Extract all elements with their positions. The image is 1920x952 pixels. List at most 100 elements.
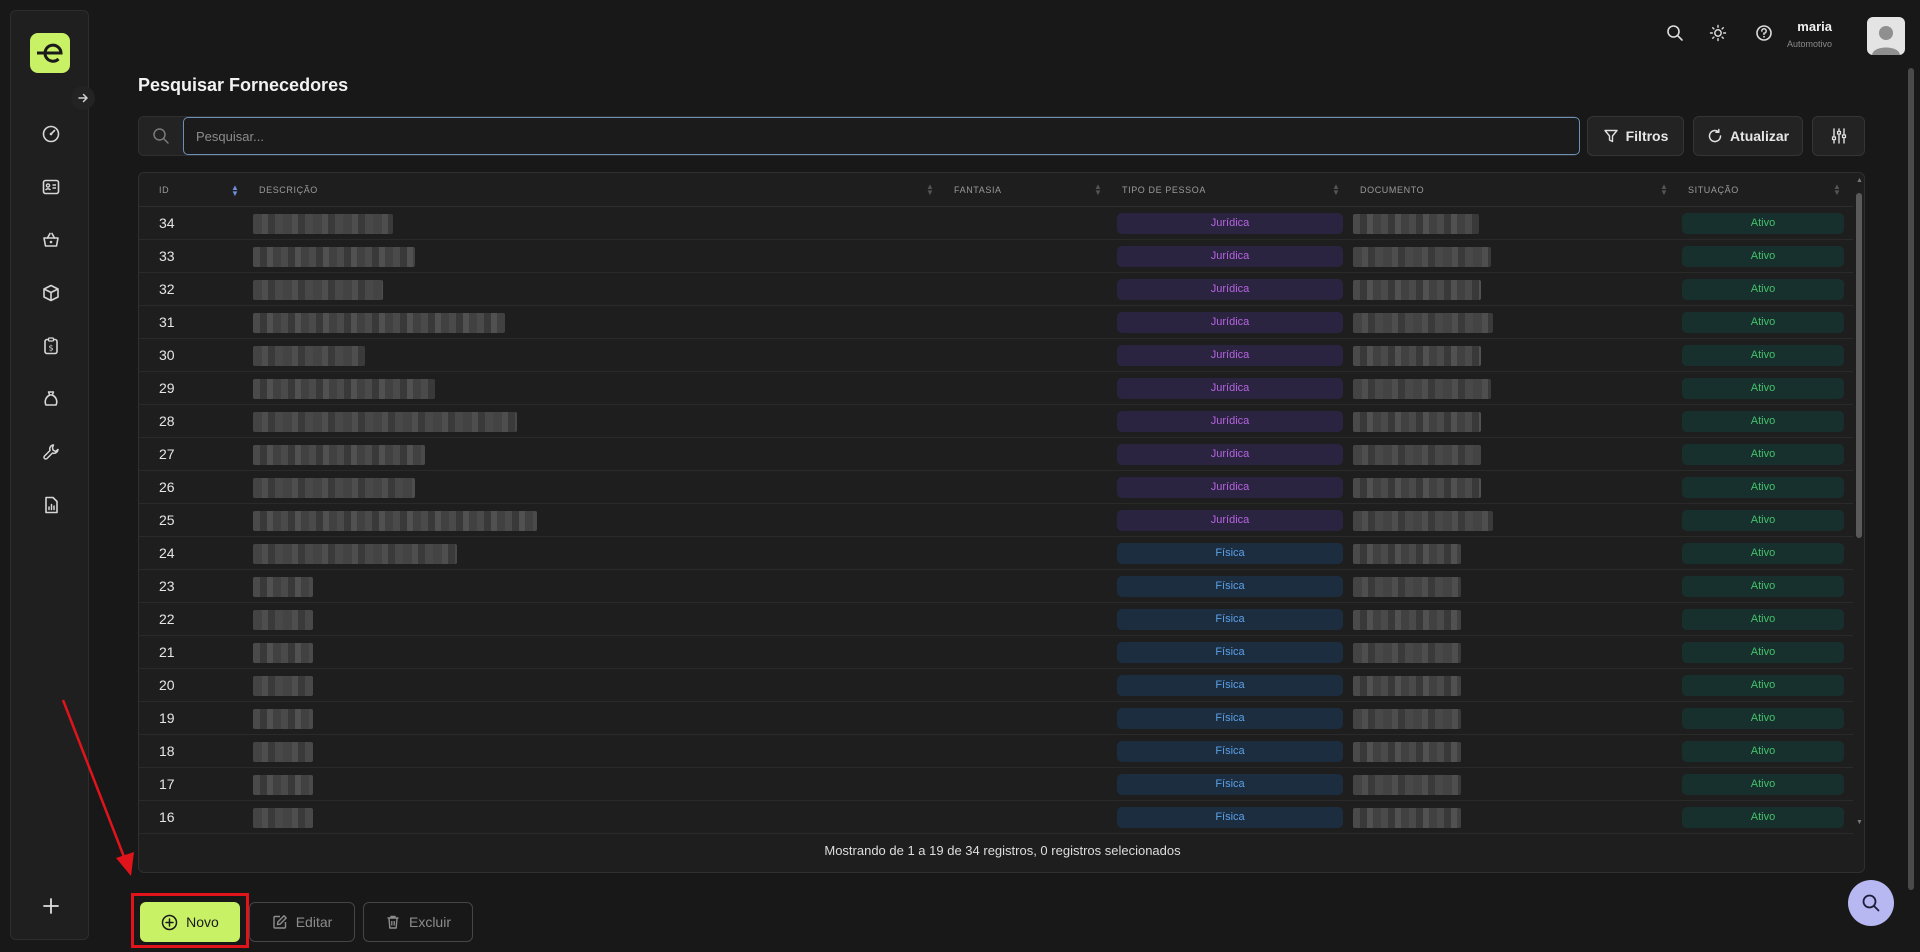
cell-descricao-redacted	[253, 676, 313, 696]
search-icon	[1667, 25, 1683, 41]
refresh-icon	[1708, 128, 1722, 143]
status-badge: Ativo	[1682, 312, 1844, 333]
avatar[interactable]	[1867, 17, 1905, 55]
table-row[interactable]: 30 Jurídica Ativo	[139, 339, 1853, 372]
floating-search-button[interactable]	[1848, 880, 1894, 926]
basket-icon	[43, 232, 59, 247]
table-row[interactable]: 25 Jurídica Ativo	[139, 504, 1853, 537]
box-icon	[43, 284, 59, 302]
column-settings-button[interactable]	[1812, 116, 1865, 156]
sliders-icon	[1831, 128, 1846, 144]
new-button[interactable]: Novo	[140, 902, 240, 942]
cell-documento-redacted	[1353, 709, 1461, 729]
cell-descricao-redacted	[253, 610, 313, 630]
scroll-up-icon[interactable]: ▲	[1856, 177, 1863, 184]
status-badge: Ativo	[1682, 345, 1844, 366]
app-root: $ maria Automotivo Pesquisar Fornecedore…	[0, 0, 1920, 952]
cell-id: 18	[159, 743, 175, 759]
scroll-down-icon[interactable]: ▼	[1856, 819, 1863, 826]
table-row[interactable]: 21 Física Ativo	[139, 636, 1853, 669]
report-icon	[45, 496, 58, 514]
new-button-label: Novo	[186, 914, 219, 930]
suppliers-table: ID ▲ ▼ DESCRIÇÃO ▲ ▼ FANTASIA ▲ ▼ TIPO DE P…	[138, 172, 1865, 873]
plus-circle-icon	[161, 914, 178, 930]
cell-documento-redacted	[1353, 544, 1461, 564]
cell-documento-redacted	[1353, 346, 1481, 366]
table-row[interactable]: 29 Jurídica Ativo	[139, 372, 1853, 405]
cell-documento-redacted	[1353, 478, 1481, 498]
table-row[interactable]: 19 Física Ativo	[139, 702, 1853, 735]
app-logo[interactable]	[30, 33, 70, 73]
header-help-button[interactable]	[1753, 22, 1775, 44]
table-row[interactable]: 32 Jurídica Ativo	[139, 273, 1853, 306]
sort-icon[interactable]: ▲ ▼	[1332, 183, 1340, 197]
sidebar-add-button[interactable]	[36, 891, 66, 921]
table-row[interactable]: 20 Física Ativo	[139, 669, 1853, 702]
column-header-descricao[interactable]: DESCRIÇÃO	[259, 173, 318, 207]
sidebar-item-caixa[interactable]	[36, 384, 66, 414]
sidebar-item-produtos[interactable]	[36, 278, 66, 308]
cell-documento-redacted	[1353, 511, 1493, 531]
edit-button[interactable]: Editar	[249, 902, 355, 942]
status-badge: Ativo	[1682, 477, 1844, 498]
table-row[interactable]: 16 Física Ativo	[139, 801, 1853, 834]
column-header-situacao[interactable]: SITUAÇÃO	[1688, 173, 1739, 207]
table-row[interactable]: 31 Jurídica Ativo	[139, 306, 1853, 339]
tipo-pessoa-badge: Física	[1117, 675, 1343, 696]
page-scrollbar[interactable]	[1908, 68, 1914, 890]
column-header-fantasia[interactable]: FANTASIA	[954, 173, 1002, 207]
table-row[interactable]: 26 Jurídica Ativo	[139, 471, 1853, 504]
edit-icon	[273, 915, 287, 929]
cell-documento-redacted	[1353, 379, 1491, 399]
cell-documento-redacted	[1353, 643, 1461, 663]
column-header-tipo-pessoa[interactable]: TIPO DE PESSOA	[1122, 173, 1206, 207]
cell-id: 20	[159, 677, 175, 693]
cell-id: 34	[159, 215, 175, 231]
sidebar-expand-button[interactable]	[71, 86, 95, 110]
column-header-documento[interactable]: DOCUMENTO	[1360, 173, 1424, 207]
sidebar-item-vendas[interactable]	[36, 225, 66, 255]
table-row[interactable]: 33 Jurídica Ativo	[139, 240, 1853, 273]
cell-id: 17	[159, 776, 175, 792]
sidebar-item-dashboard[interactable]	[36, 119, 66, 149]
status-badge: Ativo	[1682, 642, 1844, 663]
sidebar-item-financeiro[interactable]: $	[36, 331, 66, 361]
table-row[interactable]: 28 Jurídica Ativo	[139, 405, 1853, 438]
table-row[interactable]: 18 Física Ativo	[139, 735, 1853, 768]
sort-icon[interactable]: ▲ ▼	[1833, 183, 1841, 197]
cell-documento-redacted	[1353, 610, 1461, 630]
table-row[interactable]: 22 Física Ativo	[139, 603, 1853, 636]
search-input[interactable]	[183, 117, 1580, 155]
status-badge: Ativo	[1682, 510, 1844, 531]
sort-desc-icon[interactable]: ▲ ▼	[231, 184, 239, 198]
table-row[interactable]: 23 Física Ativo	[139, 570, 1853, 603]
header-search-button[interactable]	[1664, 22, 1686, 44]
header-theme-toggle[interactable]	[1707, 22, 1729, 44]
status-badge: Ativo	[1682, 213, 1844, 234]
sidebar-item-relatorios[interactable]	[36, 490, 66, 520]
cell-id: 28	[159, 413, 175, 429]
sort-icon[interactable]: ▲ ▼	[1660, 183, 1668, 197]
plus-icon	[43, 898, 59, 914]
sort-icon[interactable]: ▲ ▼	[926, 183, 934, 197]
cell-descricao-redacted	[253, 808, 313, 828]
column-header-id[interactable]: ID	[159, 173, 169, 207]
filters-button[interactable]: Filtros	[1587, 116, 1684, 156]
search-field-icon	[139, 117, 183, 155]
table-row[interactable]: 27 Jurídica Ativo	[139, 438, 1853, 471]
cell-documento-redacted	[1353, 775, 1461, 795]
sort-icon[interactable]: ▲ ▼	[1094, 183, 1102, 197]
table-scrollbar-thumb[interactable]	[1856, 193, 1862, 538]
status-badge: Ativo	[1682, 444, 1844, 465]
table-row[interactable]: 24 Física Ativo	[139, 537, 1853, 570]
table-row[interactable]: 34 Jurídica Ativo	[139, 207, 1853, 240]
sidebar-item-servicos[interactable]	[36, 437, 66, 467]
sidebar-item-cadastros[interactable]	[36, 172, 66, 202]
cell-documento-redacted	[1353, 280, 1481, 300]
table-scrollbar[interactable]: ▲ ▼	[1853, 173, 1864, 872]
table-row[interactable]: 17 Física Ativo	[139, 768, 1853, 801]
refresh-button[interactable]: Atualizar	[1693, 116, 1803, 156]
cell-descricao-redacted	[253, 313, 505, 333]
delete-button[interactable]: Excluir	[363, 902, 473, 942]
cell-id: 32	[159, 281, 175, 297]
